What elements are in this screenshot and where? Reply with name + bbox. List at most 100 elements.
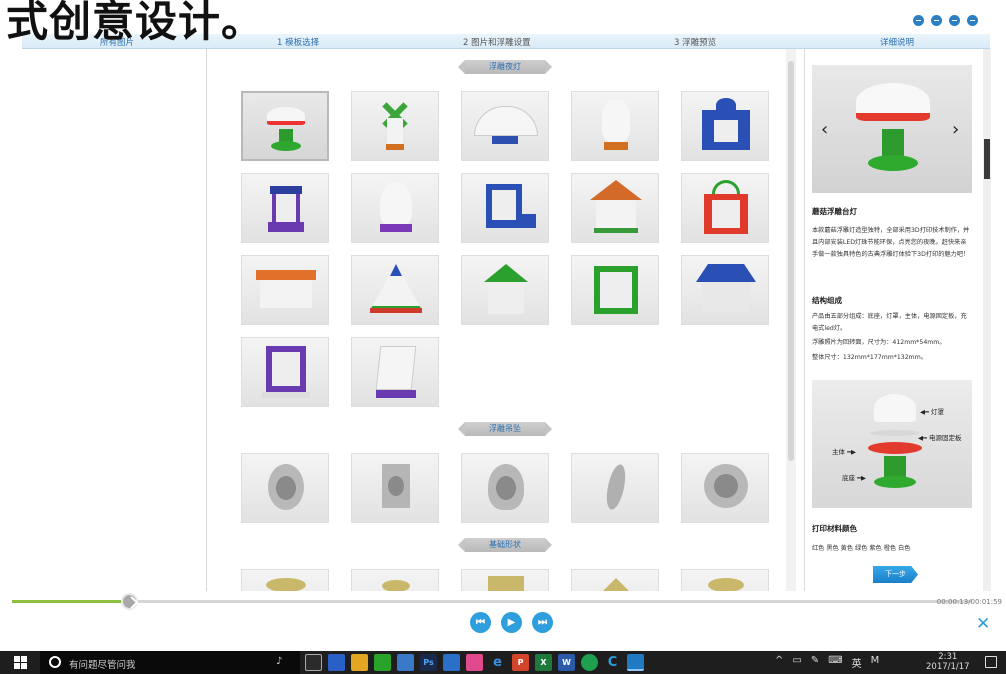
next-step-button[interactable]: 下一步: [873, 566, 918, 583]
keyboard-icon[interactable]: ⌨: [828, 655, 842, 670]
exploded-view-diagram: ◀━ 灯罩 ◀━ 电源固定板 主体 ━▶ 底座 ━▶: [812, 380, 972, 508]
template-thumb-green-roof-lamp[interactable]: [461, 255, 549, 325]
template-thumb-shape-4[interactable]: [571, 569, 659, 591]
app-icon-blue[interactable]: [328, 654, 345, 671]
playback-controls: ⏮ ▶ ⏭: [470, 612, 553, 633]
template-thumb-pavilion-lamp[interactable]: [681, 255, 769, 325]
side-scroll-marker: [984, 139, 990, 179]
template-thumb-house-lamp[interactable]: [571, 173, 659, 243]
side-scroll-strip[interactable]: [983, 49, 991, 591]
video-subtitle: 式创意设计。: [6, 0, 265, 46]
preview-next-button[interactable]: ›: [952, 119, 959, 140]
gallery-scrollbar[interactable]: [786, 49, 796, 591]
cortana-search-box[interactable]: 有问题尽管问我 ♪: [40, 651, 300, 674]
template-title: 蘑菇浮雕台灯: [812, 207, 857, 216]
app-icon-k[interactable]: [397, 654, 414, 671]
template-thumb-green-cube-lamp[interactable]: [571, 255, 659, 325]
structure-text: 产品由五部分组成：底座，灯罩，主体，电源固定板，充电式led灯。: [812, 313, 967, 332]
template-thumb-purple-frame-lamp[interactable]: [241, 337, 329, 407]
search-placeholder: 有问题尽管问我: [69, 660, 136, 671]
template-thumb-shape-2[interactable]: [351, 569, 439, 591]
windows-taskbar: 有问题尽管问我 ♪ Ps e P X W C ^ ▭ ✎ ⌨ 英 M 2:31 …: [0, 651, 1006, 674]
task-view-icon[interactable]: [305, 654, 322, 671]
template-thumb-egg-lamp[interactable]: [351, 173, 439, 243]
word-icon[interactable]: W: [558, 654, 575, 671]
label-lampshade: ◀━ 灯罩: [920, 408, 944, 416]
template-thumb-pendant-2[interactable]: [351, 453, 439, 523]
template-thumb-orange-roof-lamp[interactable]: [241, 255, 329, 325]
video-seek-bar[interactable]: [12, 600, 972, 603]
active-app-icon[interactable]: [627, 654, 644, 671]
system-clock[interactable]: 2:31 2017/1/17: [926, 652, 970, 672]
structure-title: 结构组成: [812, 296, 842, 305]
template-thumb-vase-lamp[interactable]: [571, 91, 659, 161]
pen-icon[interactable]: ✎: [811, 655, 819, 670]
template-thumb-arch-lamp[interactable]: [461, 91, 549, 161]
start-icon[interactable]: [14, 656, 27, 669]
clock-time: 2:31: [938, 652, 958, 662]
ime-language[interactable]: 英: [852, 655, 862, 670]
powerpoint-icon[interactable]: P: [512, 654, 529, 671]
step-template-select[interactable]: 1 模板选择: [277, 36, 319, 48]
system-tray: ^ ▭ ✎ ⌨ 英 M: [775, 655, 879, 670]
template-thumb-shape-1[interactable]: [241, 569, 329, 591]
app-icon-green[interactable]: [581, 654, 598, 671]
details-panel: ‹ › 蘑菇浮雕台灯 本款蘑菇浮雕灯造型独特，全部采用3D打印技术制作，并且内部…: [804, 49, 979, 591]
template-thumb-pendant-4[interactable]: [571, 453, 659, 523]
template-thumb-mushroom-lamp[interactable]: [241, 91, 329, 161]
template-thumb-palace-lamp[interactable]: [681, 91, 769, 161]
ime-mode[interactable]: M: [871, 655, 880, 670]
template-thumb-pendant-1[interactable]: [241, 453, 329, 523]
app-icon-c[interactable]: C: [604, 654, 621, 671]
template-thumb-frame-lamp[interactable]: [461, 173, 549, 243]
template-thumb-pyramid-lamp[interactable]: [351, 255, 439, 325]
template-thumb-windmill[interactable]: [351, 91, 439, 161]
edge-icon[interactable]: e: [489, 654, 506, 671]
template-thumb-pendant-5[interactable]: [681, 453, 769, 523]
image-list-panel: [22, 49, 207, 591]
file-explorer-icon[interactable]: [351, 654, 368, 671]
battery-icon[interactable]: ▭: [792, 655, 801, 670]
seek-handle[interactable]: [121, 593, 139, 610]
maximize-button[interactable]: [949, 15, 960, 26]
gallery-scrollbar-thumb[interactable]: [788, 61, 794, 461]
mushroom-base: [868, 155, 918, 171]
label-body: 主体 ━▶: [832, 448, 856, 456]
template-thumb-bag-lamp[interactable]: [681, 173, 769, 243]
template-thumb-pendant-3[interactable]: [461, 453, 549, 523]
settings-button[interactable]: [913, 15, 924, 26]
label-power-board: ◀━ 电源固定板: [918, 434, 962, 442]
window-controls: [913, 15, 978, 26]
previous-track-button[interactable]: ⏮: [470, 612, 491, 633]
next-track-button[interactable]: ⏭: [532, 612, 553, 633]
app-icon-doc[interactable]: [443, 654, 460, 671]
minimize-button[interactable]: [931, 15, 942, 26]
close-button[interactable]: [967, 15, 978, 26]
app-window: 式创意设计。 所有图片 1 模板选择 2 图片和浮雕设置 3 浮雕预览 详细说明…: [0, 0, 1006, 674]
template-thumb-shape-5[interactable]: [681, 569, 769, 591]
fullscreen-icon[interactable]: ✕: [976, 614, 990, 634]
template-thumb-lantern[interactable]: [241, 173, 329, 243]
step-image-settings[interactable]: 2 图片和浮雕设置: [463, 36, 531, 48]
label-base: 底座 ━▶: [842, 474, 866, 482]
video-time: 00:00:13/00:01:59: [936, 598, 1002, 606]
template-thumb-shape-3[interactable]: [461, 569, 549, 591]
section-label-pendant: 浮雕吊坠: [458, 422, 552, 436]
template-description: 本款蘑菇浮雕灯造型独特，全部采用3D打印技术制作，并且内部安装LED灯珠节能环保…: [812, 227, 970, 258]
material-title: 打印材料颜色: [812, 524, 857, 533]
template-thumb-stand-frame-lamp[interactable]: [351, 337, 439, 407]
app-icon-pink[interactable]: [466, 654, 483, 671]
tray-expand-icon[interactable]: ^: [775, 655, 783, 670]
wechat-icon[interactable]: [374, 654, 391, 671]
play-button[interactable]: ▶: [501, 612, 522, 633]
diagram-stem: [884, 456, 906, 478]
cortana-icon: [49, 656, 61, 668]
tab-details[interactable]: 详细说明: [880, 36, 914, 48]
material-colors: 红色 黑色 黄色 绿色 紫色 橙色 白色: [812, 545, 911, 552]
photoshop-icon[interactable]: Ps: [420, 654, 437, 671]
excel-icon[interactable]: X: [535, 654, 552, 671]
notification-icon[interactable]: [985, 656, 997, 668]
microphone-icon[interactable]: ♪: [276, 656, 282, 667]
preview-prev-button[interactable]: ‹: [821, 119, 828, 140]
step-relief-preview[interactable]: 3 浮雕预览: [674, 36, 716, 48]
